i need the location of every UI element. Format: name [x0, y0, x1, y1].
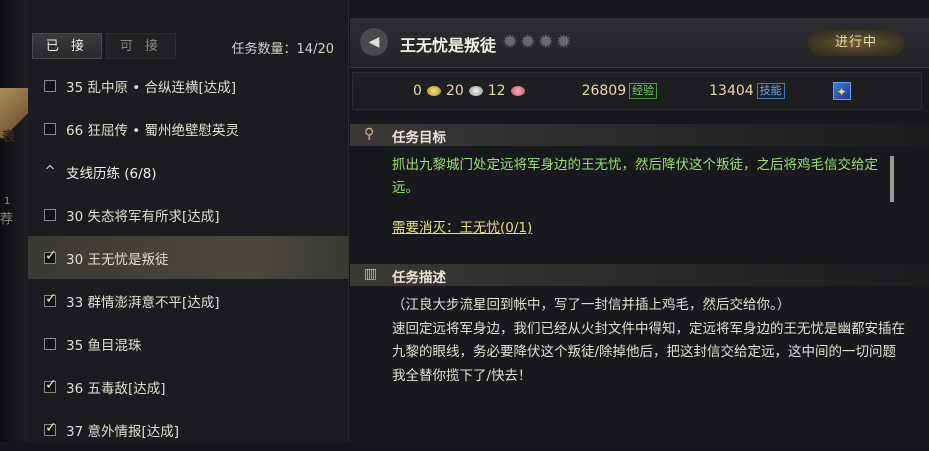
- quest-label: 35 鱼目混珠: [66, 337, 142, 354]
- track-checkbox[interactable]: [44, 337, 56, 350]
- difficulty-gear-icons: ✹✹✹✹: [502, 31, 574, 53]
- reward-item-icon[interactable]: ✦: [832, 82, 851, 100]
- quest-label: 33 群情澎湃意不平[达成]: [66, 294, 220, 311]
- skill-amount: 13404: [709, 83, 754, 99]
- track-checkbox[interactable]: [44, 79, 56, 92]
- tab-available[interactable]: 可 接: [106, 33, 176, 59]
- quest-row[interactable]: 37 意外情报[达成]: [28, 408, 349, 451]
- quest-list: 35 乱中原 • 合纵连横[达成] 66 狂屈传 • 蜀州绝壁慰英灵 ^ 支线历…: [28, 64, 349, 451]
- skill-tag: 技能: [756, 83, 785, 99]
- group-label: 支线历练 (6/8): [66, 165, 157, 182]
- quest-count-value: 14/20: [296, 42, 334, 57]
- track-checkbox-checked[interactable]: [44, 248, 57, 264]
- quest-label: 30 王无忧是叛徒: [66, 251, 169, 268]
- quest-title: 王无忧是叛徒: [400, 36, 497, 55]
- quest-label: 30 失态将军有所求[达成]: [66, 208, 220, 225]
- quest-row[interactable]: 35 鱼目混珠: [28, 322, 349, 365]
- track-checkbox[interactable]: [44, 122, 56, 135]
- quest-row[interactable]: 66 狂屈传 • 蜀州绝壁慰英灵: [28, 107, 349, 150]
- goal-header-label: 任务目标: [392, 130, 446, 146]
- track-checkbox[interactable]: [44, 208, 56, 221]
- quest-row-selected[interactable]: 30 王无忧是叛徒: [28, 236, 349, 279]
- speaker-icon[interactable]: ◀: [360, 28, 388, 56]
- scroll-icon: ▥: [364, 266, 378, 282]
- desc-line-1: （江良大步流星回到帐中，写了一封信并插上鸡毛，然后交给你。）: [392, 297, 791, 313]
- gold-coin-icon: [426, 86, 441, 96]
- quest-header: ◀ 王无忧是叛徒 ✹✹✹✹ 进行中: [350, 18, 929, 68]
- edge-char-2: 荐: [0, 212, 14, 227]
- quest-row[interactable]: 33 群情澎湃意不平[达成]: [28, 279, 349, 322]
- quest-row[interactable]: 30 失态将军有所求[达成]: [28, 193, 349, 236]
- chevron-up-icon[interactable]: ^: [44, 164, 56, 179]
- gold-amount: 0: [413, 83, 422, 99]
- kill-target-link[interactable]: 需要消灭：王无忧(0/1): [392, 216, 532, 236]
- goal-text: 抓出九黎城门处定远将军身边的王无忧，然后降伏这个叛徒，之后将鸡毛信交给定远。: [392, 157, 878, 196]
- reward-bar: 0 20 12 26809 经验 13404 技能 ✦: [352, 72, 922, 110]
- track-checkbox-checked[interactable]: [44, 377, 57, 393]
- track-checkbox-checked[interactable]: [44, 291, 57, 307]
- goal-section-header: ⚲ 任务目标: [350, 124, 929, 146]
- edge-char-0: 1: [4, 196, 11, 207]
- quest-detail-panel: ◀ 王无忧是叛徒 ✹✹✹✹ 进行中 0 20 12 26809 经验 13404…: [350, 0, 929, 441]
- exp-amount: 26809: [581, 83, 627, 99]
- quest-group-header[interactable]: ^ 支线历练 (6/8): [28, 150, 349, 193]
- quest-label: 37 意外情报[达成]: [66, 423, 180, 440]
- map-pin-icon: ⚲: [364, 126, 375, 142]
- track-checkbox-checked[interactable]: [44, 420, 57, 436]
- desc-text: （江良大步流星回到帐中，写了一封信并插上鸡毛，然后交给你。） 速回定远将军身边，…: [392, 294, 907, 388]
- quest-list-panel: 已 接 可 接 任务数量：14/20 35 乱中原 • 合纵连横[达成] 66 …: [28, 0, 349, 441]
- quest-count-label: 任务数量：: [231, 42, 297, 57]
- copper-coin-icon: [510, 86, 525, 96]
- quest-label: 36 五毒敌[达成]: [66, 380, 166, 397]
- desc-header-label: 任务描述: [392, 270, 446, 286]
- silver-coin-icon: [468, 86, 483, 96]
- exp-tag: 经验: [629, 83, 658, 99]
- quest-tabs: 已 接 可 接: [32, 33, 176, 59]
- desc-line-2: 速回定远将军身边，我们已经从火封文件中得知，定远将军身边的王无忧是幽都安插在九黎…: [392, 320, 905, 384]
- quest-row[interactable]: 36 五毒敌[达成]: [28, 365, 349, 408]
- edge-char-1: 表: [2, 130, 16, 145]
- status-badge: 进行中: [808, 30, 904, 56]
- quest-count: 任务数量：14/20: [232, 38, 334, 57]
- quest-label: 66 狂屈传 • 蜀州绝壁慰英灵: [66, 122, 240, 139]
- goal-scrollbar[interactable]: [890, 156, 894, 202]
- copper-amount: 12: [487, 83, 506, 99]
- silver-amount: 20: [445, 83, 464, 99]
- quest-row[interactable]: 35 乱中原 • 合纵连横[达成]: [28, 64, 349, 107]
- desc-section-header: ▥ 任务描述: [350, 264, 929, 286]
- quest-label: 35 乱中原 • 合纵连横[达成]: [66, 79, 237, 96]
- left-edge-decoration: 表 1 荐: [0, 0, 38, 441]
- tab-accepted[interactable]: 已 接: [32, 33, 102, 59]
